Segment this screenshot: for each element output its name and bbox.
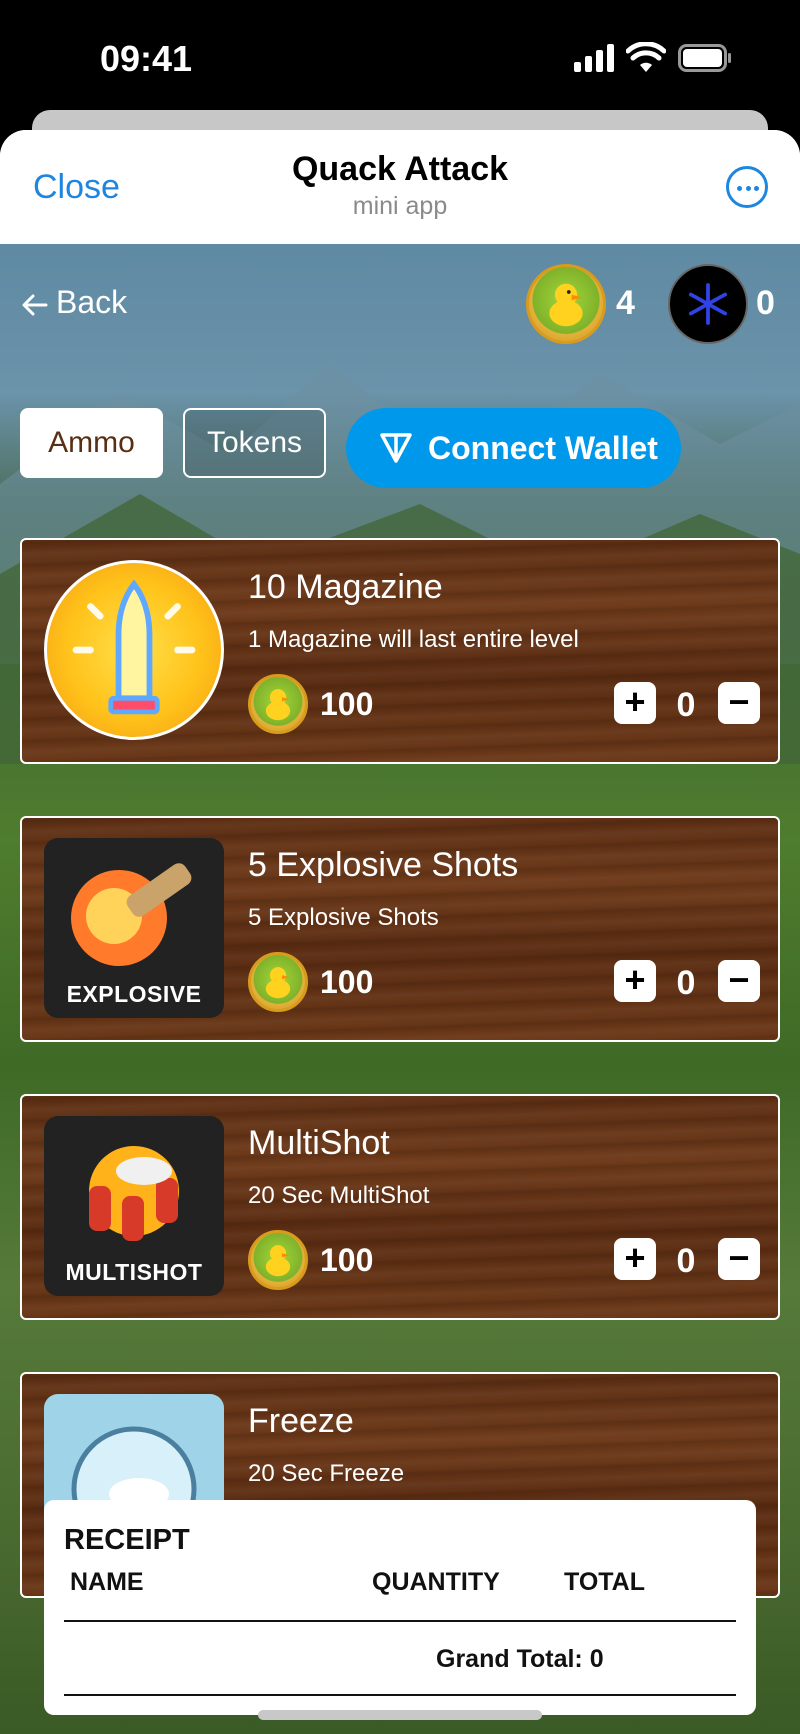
receipt-panel: RECEIPT NAME QUANTITY TOTAL Grand Total:… [44, 1500, 756, 1715]
multishot-icon: MULTISHOT [44, 1116, 224, 1296]
item-name: 5 Explosive Shots [248, 846, 519, 884]
item-description: 1 Magazine will last entire level [248, 626, 579, 653]
duck-coin-count: 4 [616, 284, 635, 322]
receipt-divider [64, 1620, 736, 1622]
item-price: 100 [320, 686, 374, 722]
bullet-icon [44, 560, 224, 740]
duck-coin-icon [248, 1230, 308, 1290]
receipt-col-total: TOTAL [564, 1568, 646, 1596]
increase-quantity-button[interactable]: + [614, 682, 656, 724]
more-icon[interactable] [726, 166, 768, 208]
duck-coin-icon [526, 264, 606, 344]
mini-app-sheet: Close Quack Attack mini app Back 4 0 Amm… [0, 130, 800, 1734]
status-time: 09:41 [100, 38, 193, 79]
mini-app-header: Close Quack Attack mini app [0, 130, 800, 244]
back-button[interactable]: Back [22, 284, 127, 321]
tab-ammo[interactable]: Ammo [20, 408, 163, 478]
connect-wallet-label: Connect Wallet [428, 430, 658, 466]
token-count: 0 [756, 284, 775, 322]
item-quantity: 0 [676, 964, 696, 1002]
thumb-label: MULTISHOT [65, 1259, 203, 1285]
item-name: 10 Magazine [248, 568, 443, 606]
explosive-shot-icon: EXPLOSIVE [44, 838, 224, 1018]
decrease-quantity-button[interactable]: − [718, 1238, 760, 1280]
item-description: 5 Explosive Shots [248, 904, 439, 931]
receipt-divider [64, 1694, 736, 1696]
item-price: 100 [320, 1242, 374, 1278]
arrow-left-icon [22, 294, 48, 316]
back-label: Back [56, 284, 128, 320]
tab-tokens[interactable]: Tokens [183, 408, 326, 478]
battery-icon [678, 44, 731, 72]
duck-coin-icon [248, 674, 308, 734]
ton-icon [380, 433, 412, 463]
game-shop-area: Back 4 0 Ammo Tokens Connect Wallet 10 M… [0, 244, 800, 1734]
status-bar: 09:41 [0, 0, 800, 120]
item-description: 20 Sec MultiShot [248, 1182, 430, 1209]
item-name: Freeze [248, 1402, 354, 1440]
decrease-quantity-button[interactable]: − [718, 682, 760, 724]
receipt-title: RECEIPT [64, 1524, 190, 1556]
cellular-signal-icon [574, 44, 614, 72]
item-quantity: 0 [676, 1242, 696, 1280]
increase-quantity-button[interactable]: + [614, 1238, 656, 1280]
wifi-icon [626, 42, 666, 72]
connect-wallet-button[interactable]: Connect Wallet [346, 408, 681, 488]
receipt-col-quantity: QUANTITY [372, 1568, 500, 1596]
home-indicator[interactable] [258, 1710, 542, 1720]
item-price: 100 [320, 964, 374, 1000]
thumb-label: EXPLOSIVE [66, 981, 202, 1007]
app-title: Quack Attack [291, 150, 509, 188]
item-name: MultiShot [248, 1124, 390, 1162]
shop-item-card: MULTISHOT MultiShot 20 Sec MultiShot 100… [20, 1094, 780, 1320]
shop-item-card: EXPLOSIVE 5 Explosive Shots 5 Explosive … [20, 816, 780, 1042]
item-description: 20 Sec Freeze [248, 1460, 405, 1487]
receipt-col-name: NAME [70, 1568, 144, 1596]
item-quantity: 0 [676, 686, 696, 724]
receipt-grand-total: Grand Total: 0 [436, 1645, 604, 1673]
duck-coin-icon [248, 952, 308, 1012]
increase-quantity-button[interactable]: + [614, 960, 656, 1002]
snowflake-token-icon [668, 264, 748, 344]
shop-item-card: 10 Magazine 1 Magazine will last entire … [20, 538, 780, 764]
decrease-quantity-button[interactable]: − [718, 960, 760, 1002]
app-subtitle: mini app [352, 192, 448, 220]
